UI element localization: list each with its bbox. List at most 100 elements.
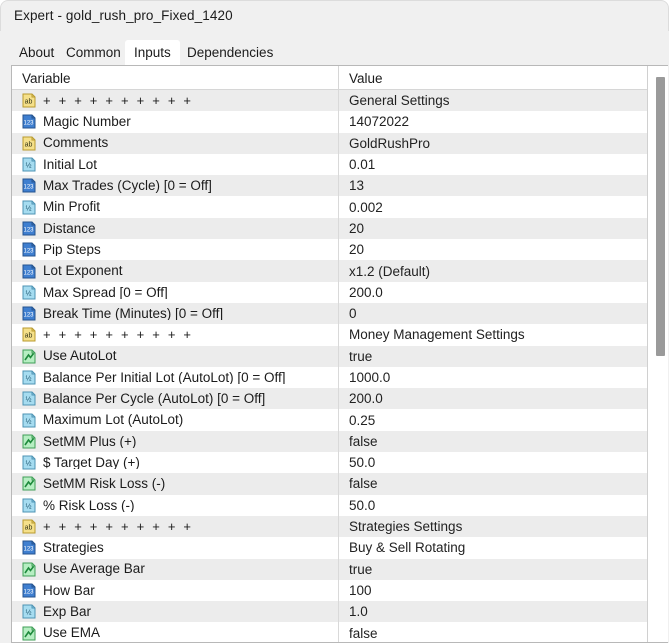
- table-row[interactable]: 123 Strategies Buy & Sell Rotating: [12, 537, 649, 559]
- cell-value[interactable]: 0: [338, 302, 649, 325]
- integer-type-icon: 123: [22, 114, 36, 129]
- cell-value[interactable]: 0.002: [338, 196, 649, 218]
- cell-value[interactable]: 100: [338, 579, 649, 602]
- cell-value[interactable]: 14072022: [338, 111, 649, 133]
- table-row[interactable]: 123 Magic Number 14072022: [12, 111, 649, 133]
- table-row[interactable]: ab + + + + + + + + + + Strategies Settings: [12, 515, 649, 538]
- cell-value[interactable]: Money Management Settings: [338, 324, 649, 346]
- table-row[interactable]: 123 Break Time (Minutes) [0 = Off] 0: [12, 302, 649, 325]
- cell-variable[interactable]: ½ Maximum Lot (AutoLot): [12, 409, 338, 430]
- cell-variable[interactable]: ½ Max Spread [0 = Off]: [12, 282, 338, 303]
- table-row[interactable]: ½ $ Target Day (+) 50.0: [12, 452, 649, 474]
- inputs-table-panel: Variable Value ab + + + + + + + + + + Gene…: [11, 65, 668, 643]
- variable-name: Exp Bar: [43, 605, 92, 619]
- cell-variable[interactable]: 123 Pip Steps: [12, 239, 338, 260]
- tab-about[interactable]: About: [10, 40, 63, 65]
- tab-label: Common: [66, 45, 121, 60]
- variable-name: % Risk Loss (-): [43, 498, 135, 513]
- cell-value[interactable]: General Settings: [338, 90, 649, 112]
- variable-name: Comments: [43, 136, 109, 150]
- cell-value[interactable]: false: [338, 622, 649, 642]
- cell-variable[interactable]: ½ Balance Per Cycle (AutoLot) [0 = Off]: [12, 388, 338, 409]
- cell-value[interactable]: 200.0: [338, 388, 649, 410]
- table-row[interactable]: 123 Pip Steps 20: [12, 239, 649, 261]
- cell-value[interactable]: 20: [338, 217, 649, 240]
- cell-variable[interactable]: 123 Strategies: [12, 537, 338, 558]
- cell-variable[interactable]: SetMM Risk Loss (-): [12, 473, 338, 494]
- table-row[interactable]: ½ Balance Per Cycle (AutoLot) [0 = Off] 20…: [12, 388, 649, 410]
- cell-value[interactable]: 200.0: [338, 281, 649, 303]
- table-row[interactable]: ½ Maximum Lot (AutoLot) 0.25: [12, 409, 649, 431]
- cell-value[interactable]: false: [338, 473, 649, 495]
- integer-type-icon: 123: [22, 264, 36, 279]
- cell-variable[interactable]: ab Comments: [12, 133, 338, 154]
- cell-variable[interactable]: 123 Lot Exponent: [12, 260, 338, 281]
- variable-name: Initial Lot: [43, 157, 98, 172]
- cell-variable[interactable]: ab + + + + + + + + + +: [12, 90, 338, 111]
- cell-variable[interactable]: 123 Distance: [12, 218, 338, 239]
- cell-value[interactable]: true: [338, 345, 649, 367]
- column-header-value[interactable]: Value: [338, 66, 649, 90]
- cell-value[interactable]: x1.2 (Default): [338, 260, 649, 282]
- table-row[interactable]: ½ Min Profit 0.002: [12, 196, 649, 218]
- cell-variable[interactable]: Use AutoLot: [12, 346, 338, 367]
- table-row[interactable]: Use AutoLot true: [12, 345, 649, 367]
- cell-variable[interactable]: ½ % Risk Loss (-): [12, 495, 338, 516]
- window-titlebar: Expert - gold_rush_pro_Fixed_1420: [0, 0, 669, 31]
- cell-value[interactable]: true: [338, 558, 649, 580]
- table-row[interactable]: ½ Exp Bar 1.0: [12, 601, 649, 623]
- cell-variable[interactable]: Use EMA: [12, 622, 338, 642]
- cell-value[interactable]: 20: [338, 239, 649, 261]
- column-header-variable[interactable]: Variable: [12, 66, 338, 90]
- cell-value[interactable]: 50.0: [338, 452, 649, 474]
- table-row[interactable]: SetMM Risk Loss (-) false: [12, 473, 649, 495]
- cell-variable[interactable]: 123 Break Time (Minutes) [0 = Off]: [12, 303, 338, 324]
- scrollbar-thumb[interactable]: [656, 77, 665, 356]
- tab-common[interactable]: Common: [57, 40, 130, 65]
- table-row[interactable]: 123 Lot Exponent x1.2 (Default): [12, 260, 649, 282]
- table-row[interactable]: ab + + + + + + + + + + General Settings: [12, 90, 649, 112]
- cell-variable[interactable]: 123 Max Trades (Cycle) [0 = Off]: [12, 175, 338, 196]
- string-type-icon: ab: [22, 136, 36, 151]
- table-row[interactable]: ½ % Risk Loss (-) 50.0: [12, 494, 649, 516]
- table-row[interactable]: Use Average Bar true: [12, 558, 649, 580]
- cell-value[interactable]: 50.0: [338, 494, 649, 516]
- cell-variable[interactable]: Use Average Bar: [12, 559, 338, 580]
- cell-variable[interactable]: 123 How Bar: [12, 580, 338, 601]
- table-row[interactable]: ab + + + + + + + + + + Money Management Se…: [12, 324, 649, 346]
- cell-value[interactable]: Buy & Sell Rotating: [338, 537, 649, 559]
- tab-dependencies[interactable]: Dependencies: [178, 40, 282, 65]
- table-row[interactable]: Use EMA false: [12, 622, 649, 642]
- cell-variable[interactable]: ½ Exp Bar: [12, 601, 338, 622]
- cell-variable[interactable]: ½ Initial Lot: [12, 154, 338, 175]
- table-row[interactable]: ab Comments GoldRushPro: [12, 132, 649, 154]
- cell-variable[interactable]: SetMM Plus (+): [12, 431, 338, 452]
- scrollbar-track[interactable]: [651, 66, 665, 642]
- table-row[interactable]: 123 How Bar 100: [12, 579, 649, 602]
- cell-variable[interactable]: ½ Balance Per Initial Lot (AutoLot) [0 = …: [12, 367, 338, 388]
- cell-value[interactable]: false: [338, 430, 649, 453]
- vertical-scrollbar[interactable]: [648, 66, 668, 642]
- cell-value[interactable]: 1.0: [338, 601, 649, 623]
- table-row[interactable]: ½ Initial Lot 0.01: [12, 153, 649, 176]
- cell-variable[interactable]: ½ $ Target Day (+): [12, 452, 338, 473]
- integer-type-icon: 123: [22, 178, 36, 193]
- table-row[interactable]: ½ Max Spread [0 = Off] 200.0: [12, 281, 649, 303]
- tab-label: Dependencies: [187, 45, 274, 60]
- cell-variable[interactable]: ab + + + + + + + + + +: [12, 324, 338, 345]
- cell-value[interactable]: 0.25: [338, 409, 649, 431]
- cell-variable[interactable]: 123 Magic Number: [12, 111, 338, 132]
- cell-variable[interactable]: ab + + + + + + + + + +: [12, 516, 338, 537]
- cell-value[interactable]: GoldRushPro: [338, 132, 649, 154]
- table-row[interactable]: ½ Balance Per Initial Lot (AutoLot) [0 = …: [12, 366, 649, 389]
- svg-text:½: ½: [26, 289, 32, 297]
- table-row[interactable]: 123 Max Trades (Cycle) [0 = Off] 13: [12, 175, 649, 197]
- cell-value[interactable]: Strategies Settings: [338, 515, 649, 538]
- table-row[interactable]: SetMM Plus (+) false: [12, 430, 649, 453]
- cell-variable[interactable]: ½ Min Profit: [12, 196, 338, 217]
- cell-value[interactable]: 1000.0: [338, 366, 649, 389]
- tab-inputs[interactable]: Inputs: [125, 40, 180, 65]
- cell-value[interactable]: 13: [338, 175, 649, 197]
- table-row[interactable]: 123 Distance 20: [12, 217, 649, 240]
- cell-value[interactable]: 0.01: [338, 153, 649, 176]
